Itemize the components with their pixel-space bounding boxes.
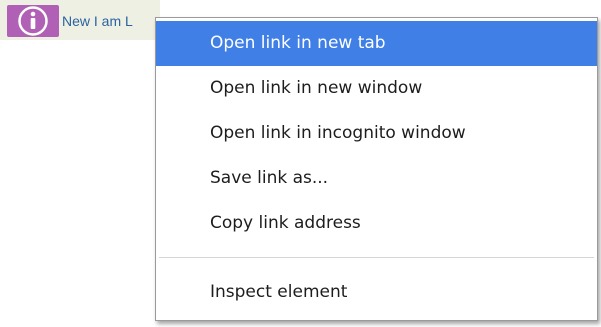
menu-item-open-new-tab[interactable]: Open link in new tab	[156, 21, 597, 66]
menu-item-open-new-window[interactable]: Open link in new window	[156, 66, 597, 111]
info-icon-glyph	[18, 6, 48, 36]
menu-item-inspect-element[interactable]: Inspect element	[156, 270, 597, 315]
context-menu: Open link in new tab Open link in new wi…	[155, 17, 598, 321]
menu-item-save-link-as[interactable]: Save link as...	[156, 156, 597, 201]
menu-item-open-incognito[interactable]: Open link in incognito window	[156, 111, 597, 156]
page-link[interactable]: New I am L	[62, 13, 154, 29]
link-strip: New I am L	[0, 0, 160, 40]
menu-separator	[159, 257, 594, 258]
info-circle-icon[interactable]	[7, 5, 59, 37]
menu-item-copy-link-address[interactable]: Copy link address	[156, 201, 597, 246]
